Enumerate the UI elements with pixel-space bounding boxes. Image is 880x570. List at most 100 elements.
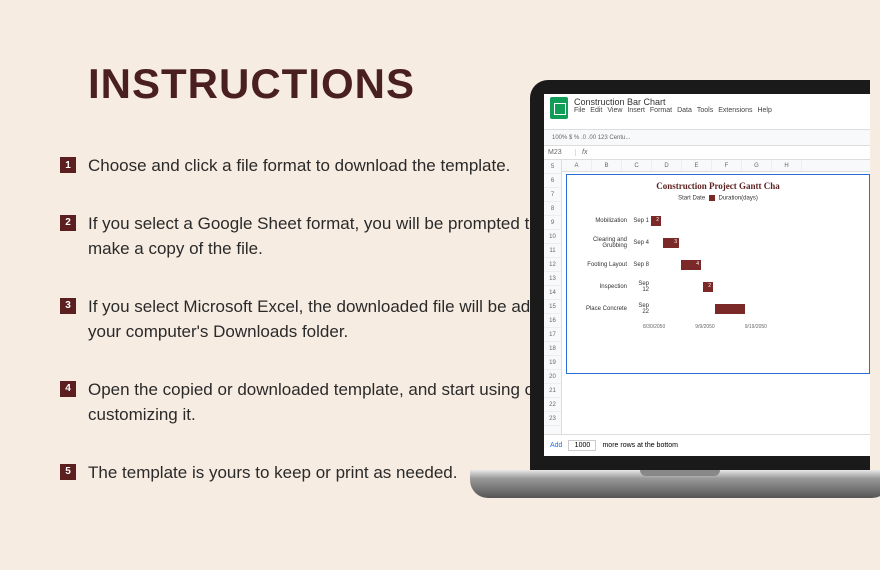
menu-item[interactable]: Help bbox=[757, 107, 771, 114]
chart-area: ABCDEFGH Construction Project Gantt Cha … bbox=[562, 160, 870, 440]
gantt-duration-value: 3 bbox=[674, 239, 677, 245]
chart-title: Construction Project Gantt Cha bbox=[571, 181, 865, 191]
gantt-bar: 2 bbox=[651, 216, 661, 226]
gantt-task-label: Clearing and Grubbing bbox=[571, 237, 631, 249]
row-number: 16 bbox=[544, 314, 561, 328]
gantt-task-label: Footing Layout bbox=[571, 262, 631, 268]
gantt-row: Clearing and GrubbingSep 4 3 bbox=[571, 232, 865, 254]
step-text: If you select Microsoft Excel, the downl… bbox=[88, 294, 580, 345]
column-header: H bbox=[772, 160, 802, 171]
fx-label: fx bbox=[576, 149, 593, 156]
column-header: B bbox=[592, 160, 622, 171]
chart-xaxis: 8/30/20509/9/20509/19/2050 bbox=[571, 324, 865, 330]
gantt-duration-value: 2 bbox=[708, 283, 711, 289]
gantt-start-date: Sep 1 bbox=[631, 218, 651, 224]
xaxis-tick: 9/9/2050 bbox=[695, 324, 714, 330]
row-number: 7 bbox=[544, 188, 561, 202]
menu-bar: File Edit View Insert Format Data Tools Extensi… bbox=[574, 107, 772, 114]
menu-item[interactable]: File bbox=[574, 107, 585, 114]
spreadsheet-header: Construction Bar Chart File Edit View Inser… bbox=[544, 94, 870, 130]
gantt-track: 4 bbox=[651, 260, 865, 270]
step-number: 1 bbox=[60, 157, 76, 173]
gantt-duration-value: 2 bbox=[656, 217, 659, 223]
gantt-bar: 4 bbox=[681, 260, 701, 270]
laptop-screen: Construction Bar Chart File Edit View Inser… bbox=[544, 94, 870, 456]
row-number: 17 bbox=[544, 328, 561, 342]
gantt-start-date: Sep 4 bbox=[631, 240, 651, 246]
step-text: Choose and click a file format to downlo… bbox=[88, 153, 510, 179]
laptop-mockup: Construction Bar Chart File Edit View Inser… bbox=[530, 80, 880, 560]
laptop-base bbox=[470, 470, 880, 498]
instruction-item: 4Open the copied or downloaded template,… bbox=[60, 377, 580, 428]
formula-bar: M23 fx bbox=[544, 146, 870, 160]
step-text: The template is yours to keep or print a… bbox=[88, 460, 457, 486]
menu-item[interactable]: View bbox=[607, 107, 622, 114]
column-headers: ABCDEFGH bbox=[562, 160, 870, 172]
doc-title: Construction Bar Chart bbox=[574, 97, 772, 107]
legend-duration: Duration(days) bbox=[719, 196, 758, 202]
row-number: 22 bbox=[544, 398, 561, 412]
row-number: 10 bbox=[544, 230, 561, 244]
toolbar: 100% $ % .0 .00 123 Centu... bbox=[544, 130, 870, 146]
row-number: 8 bbox=[544, 202, 561, 216]
gantt-task-label: Inspection bbox=[571, 284, 631, 290]
sheet-footer: Add 1000 more rows at the bottom bbox=[544, 434, 870, 456]
row-number: 15 bbox=[544, 300, 561, 314]
row-number: 9 bbox=[544, 216, 561, 230]
gantt-duration-value: 4 bbox=[696, 261, 699, 267]
gantt-start-date: Sep 8 bbox=[631, 262, 651, 268]
column-header: A bbox=[562, 160, 592, 171]
gantt-track bbox=[651, 304, 865, 314]
gantt-bar: 2 bbox=[703, 282, 713, 292]
row-number: 19 bbox=[544, 356, 561, 370]
footer-text: more rows at the bottom bbox=[602, 442, 677, 449]
legend-color-box bbox=[709, 195, 715, 201]
legend-startdate: Start Date bbox=[678, 196, 705, 202]
gantt-row: MobilizationSep 1 2 bbox=[571, 210, 865, 232]
instruction-item: 2 If you select a Google Sheet format, yo… bbox=[60, 211, 580, 262]
menu-item[interactable]: Format bbox=[650, 107, 672, 114]
xaxis-tick: 9/19/2050 bbox=[745, 324, 767, 330]
gantt-row: Footing LayoutSep 8 4 bbox=[571, 254, 865, 276]
step-number: 3 bbox=[60, 298, 76, 314]
step-number: 2 bbox=[60, 215, 76, 231]
row-number: 13 bbox=[544, 272, 561, 286]
gantt-start-date: Sep 12 bbox=[631, 281, 651, 293]
step-number: 4 bbox=[60, 381, 76, 397]
instructions-list: 1 Choose and click a file format to downl… bbox=[60, 153, 580, 485]
menu-item[interactable]: Tools bbox=[697, 107, 713, 114]
menu-item[interactable]: Extensions bbox=[718, 107, 752, 114]
menu-item[interactable]: Data bbox=[677, 107, 692, 114]
sheet-body: 567891011121314151617181920212223 ABCDEF… bbox=[544, 160, 870, 440]
gantt-row: InspectionSep 12 2 bbox=[571, 276, 865, 298]
gantt-track: 3 bbox=[651, 238, 865, 248]
instruction-item: 3 If you select Microsoft Excel, the down… bbox=[60, 294, 580, 345]
laptop-frame: Construction Bar Chart File Edit View Inser… bbox=[530, 80, 870, 470]
instruction-item: 1 Choose and click a file format to downl… bbox=[60, 153, 580, 179]
step-text: If you select a Google Sheet format, you… bbox=[88, 211, 580, 262]
menu-item[interactable]: Insert bbox=[627, 107, 645, 114]
row-number: 5 bbox=[544, 160, 561, 174]
column-header: D bbox=[652, 160, 682, 171]
row-number: 21 bbox=[544, 384, 561, 398]
rows-count-input[interactable]: 1000 bbox=[568, 440, 596, 451]
gantt-task-label: Mobilization bbox=[571, 218, 631, 224]
row-number: 23 bbox=[544, 412, 561, 426]
row-numbers: 567891011121314151617181920212223 bbox=[544, 160, 562, 440]
step-number: 5 bbox=[60, 464, 76, 480]
column-header: C bbox=[622, 160, 652, 171]
gantt-task-label: Place Concrete bbox=[571, 306, 631, 312]
chart-legend: Start Date Duration(days) bbox=[571, 195, 865, 202]
row-number: 12 bbox=[544, 258, 561, 272]
gantt-chart: Construction Project Gantt Cha Start Dat… bbox=[566, 174, 870, 374]
column-header: G bbox=[742, 160, 772, 171]
gantt-rows: MobilizationSep 12Clearing and GrubbingS… bbox=[571, 210, 865, 320]
gantt-bar: 3 bbox=[663, 238, 679, 248]
menu-item[interactable]: Edit bbox=[590, 107, 602, 114]
gantt-track: 2 bbox=[651, 216, 865, 226]
add-rows-button[interactable]: Add bbox=[550, 442, 562, 449]
gantt-row: Place ConcreteSep 22 bbox=[571, 298, 865, 320]
row-number: 18 bbox=[544, 342, 561, 356]
column-header: F bbox=[712, 160, 742, 171]
doc-title-area: Construction Bar Chart File Edit View Inser… bbox=[574, 97, 772, 114]
